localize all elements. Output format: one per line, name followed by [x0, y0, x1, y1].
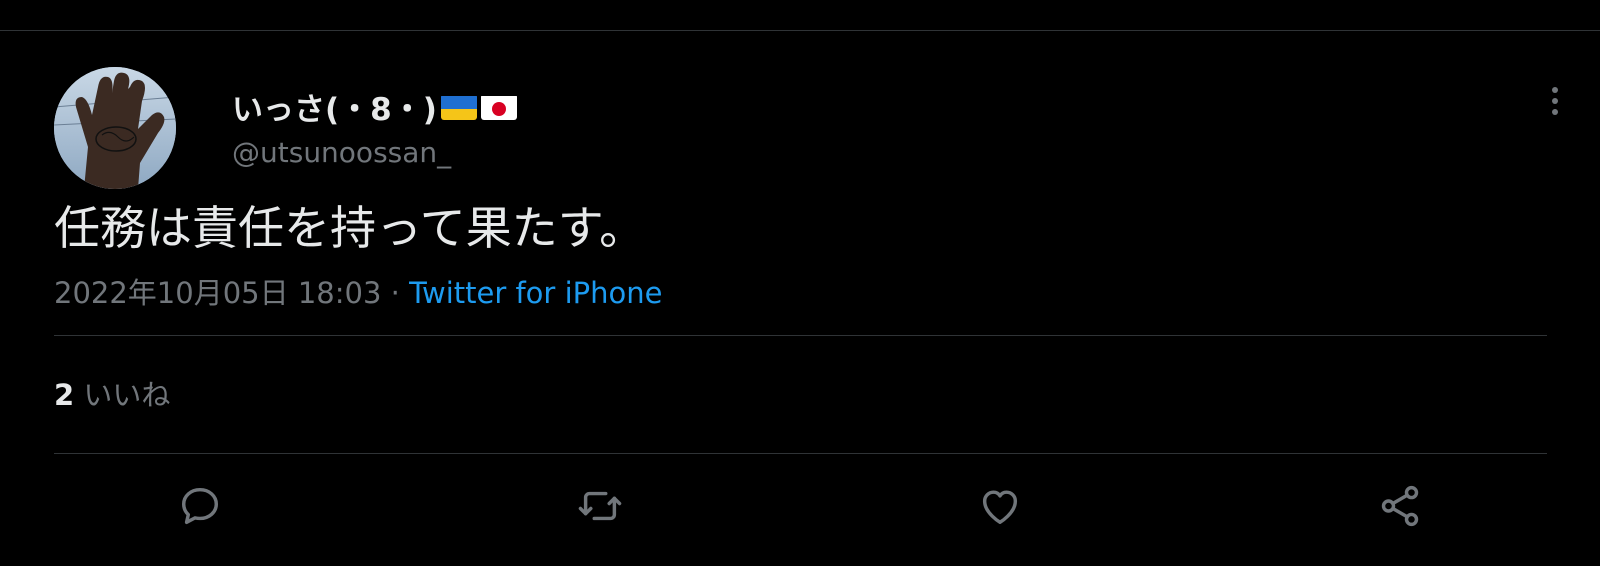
avatar-image	[54, 67, 176, 189]
retweet-icon	[578, 491, 622, 521]
user-handle[interactable]: @utsunoossan_	[232, 136, 451, 169]
like-count-value: 2	[54, 378, 75, 412]
top-divider	[0, 30, 1600, 31]
tweet-text: 任務は責任を持って果たす。	[54, 201, 646, 255]
source-link[interactable]: Twitter for iPhone	[409, 276, 662, 310]
divider	[54, 453, 1547, 454]
meta-separator: ·	[381, 276, 410, 310]
ukraine-flag-icon	[440, 94, 477, 120]
tweet-meta: 2022年10月05日 18:03 · Twitter for iPhone	[54, 270, 662, 312]
like-label: いいね	[74, 378, 171, 412]
share-icon	[1381, 485, 1419, 527]
likes-count[interactable]: 2 いいね	[54, 372, 170, 414]
like-button[interactable]	[976, 482, 1024, 530]
divider	[54, 335, 1547, 336]
display-name[interactable]: いっさ(・8・)	[232, 84, 517, 129]
reply-icon	[181, 487, 219, 525]
display-name-text: いっさ(・8・)	[232, 92, 437, 128]
share-button[interactable]	[1376, 482, 1424, 530]
japan-flag-icon	[480, 94, 517, 120]
avatar[interactable]	[54, 67, 176, 189]
reply-button[interactable]	[176, 482, 224, 530]
heart-icon	[982, 490, 1018, 525]
retweet-button[interactable]	[576, 482, 624, 530]
timestamp[interactable]: 2022年10月05日 18:03	[54, 276, 381, 310]
more-vertical-icon[interactable]	[1546, 86, 1564, 120]
